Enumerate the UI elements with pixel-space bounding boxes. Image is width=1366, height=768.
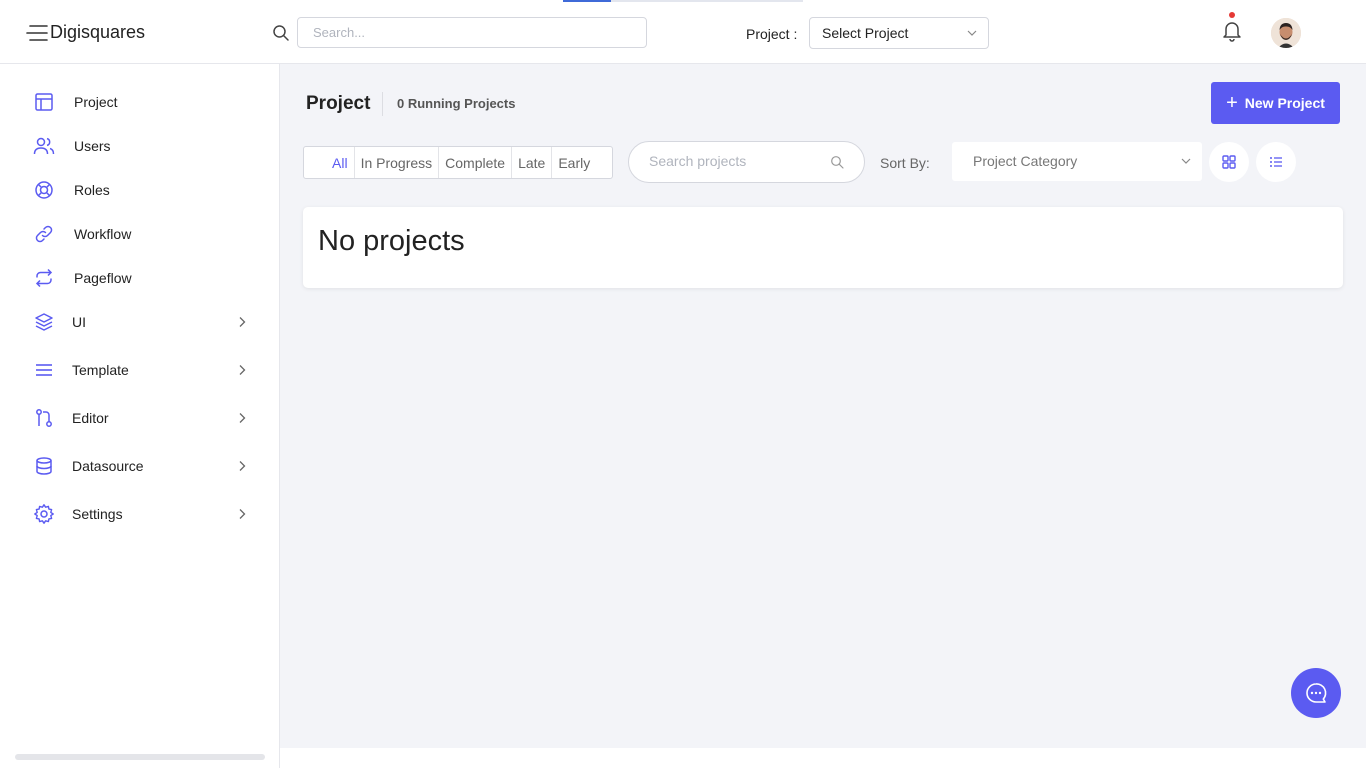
brand: Digisquares	[26, 22, 145, 43]
user-avatar[interactable]	[1271, 18, 1301, 48]
bell-icon[interactable]	[1220, 18, 1244, 42]
filter-tab-late[interactable]: Late	[512, 147, 553, 178]
avatar-icon	[1271, 18, 1301, 48]
link-icon	[33, 223, 55, 245]
chevron-right-icon	[239, 413, 246, 423]
project-select-value: Select Project	[822, 25, 909, 41]
list-icon	[1270, 157, 1282, 167]
loading-progress-bar	[563, 0, 803, 2]
grid-view-button[interactable]	[1209, 142, 1249, 182]
notification-dot	[1229, 12, 1235, 18]
plus-icon: +	[1226, 92, 1238, 114]
gear-icon	[33, 503, 55, 525]
sidebar-item-roles[interactable]: Roles	[0, 168, 279, 212]
sidebar-item-ui[interactable]: UI	[0, 300, 279, 344]
sidebar-item-users[interactable]: Users	[0, 124, 279, 168]
users-icon	[33, 135, 55, 157]
chat-button[interactable]	[1291, 668, 1341, 718]
filter-tab-complete[interactable]: Complete	[439, 147, 513, 178]
list-view-button[interactable]	[1256, 142, 1296, 182]
chevron-right-icon	[239, 509, 246, 519]
git-pull-request-icon	[33, 407, 55, 429]
sidebar-item-label: UI	[72, 314, 86, 330]
top-header: Digisquares Project : Select Project	[0, 0, 1366, 64]
running-projects-count: 0 Running Projects	[397, 96, 516, 111]
project-search-input[interactable]	[649, 153, 819, 169]
search-icon	[831, 156, 844, 169]
status-filter-group: All In Progress Complete Late Early	[303, 146, 613, 179]
title-divider	[382, 92, 383, 116]
filter-tab-in-progress[interactable]: In Progress	[355, 147, 440, 178]
new-project-button[interactable]: + New Project	[1211, 82, 1340, 124]
database-icon	[33, 455, 55, 477]
chevron-right-icon	[239, 461, 246, 471]
sidebar-item-datasource[interactable]: Datasource	[0, 444, 279, 488]
sidebar-item-label: Workflow	[74, 226, 132, 242]
sidebar-item-label: Project	[74, 94, 118, 110]
filter-tab-all[interactable]: All	[326, 147, 355, 178]
empty-state-card: No projects	[303, 207, 1343, 288]
global-search-input[interactable]	[297, 17, 647, 48]
table-icon	[33, 91, 55, 113]
chevron-down-icon	[967, 30, 977, 36]
chevron-right-icon	[239, 365, 246, 375]
main-footer-strip	[280, 748, 1366, 768]
sidebar-item-label: Template	[72, 362, 129, 378]
brand-name: Digisquares	[50, 22, 146, 42]
sidebar-item-label: Users	[74, 138, 111, 154]
repeat-icon	[33, 267, 55, 289]
sidebar-item-workflow[interactable]: Workflow	[0, 212, 279, 256]
new-project-label: New Project	[1244, 95, 1325, 111]
hamburger-menu-icon[interactable]	[26, 24, 48, 42]
chevron-right-icon	[239, 317, 246, 327]
sort-select-value: Project Category	[973, 153, 1078, 169]
project-select[interactable]: Select Project	[809, 17, 989, 49]
sidebar-item-settings[interactable]: Settings	[0, 492, 279, 536]
layers-icon	[33, 311, 55, 333]
sidebar-item-template[interactable]: Template	[0, 348, 279, 392]
sort-by-label: Sort By:	[880, 155, 930, 171]
sort-select[interactable]: Project Category	[952, 142, 1202, 181]
sidebar-item-label: Datasource	[72, 458, 144, 474]
menu-icon	[33, 359, 55, 381]
chevron-down-icon	[1181, 158, 1191, 164]
loading-progress-fill	[563, 0, 611, 2]
sidebar-item-editor[interactable]: Editor	[0, 396, 279, 440]
sidebar-item-label: Editor	[72, 410, 109, 426]
sidebar-item-label: Settings	[72, 506, 123, 522]
search-icon	[273, 25, 289, 41]
sidebar: Project Users Roles Workflow Pageflow UI	[0, 64, 280, 768]
page-title: Project	[306, 93, 371, 114]
chat-bubble-icon	[1306, 683, 1327, 703]
sidebar-item-label: Pageflow	[74, 270, 132, 286]
grid-icon	[1222, 155, 1236, 169]
project-label: Project :	[746, 26, 798, 42]
sidebar-scrollbar[interactable]	[15, 754, 265, 760]
project-search	[628, 141, 865, 183]
filter-tab-early[interactable]: Early	[552, 147, 596, 178]
sidebar-item-label: Roles	[74, 182, 110, 198]
sidebar-item-project[interactable]: Project	[0, 80, 279, 124]
lifebuoy-icon	[33, 179, 55, 201]
empty-state-message: No projects	[318, 225, 465, 257]
sidebar-item-pageflow[interactable]: Pageflow	[0, 256, 279, 300]
